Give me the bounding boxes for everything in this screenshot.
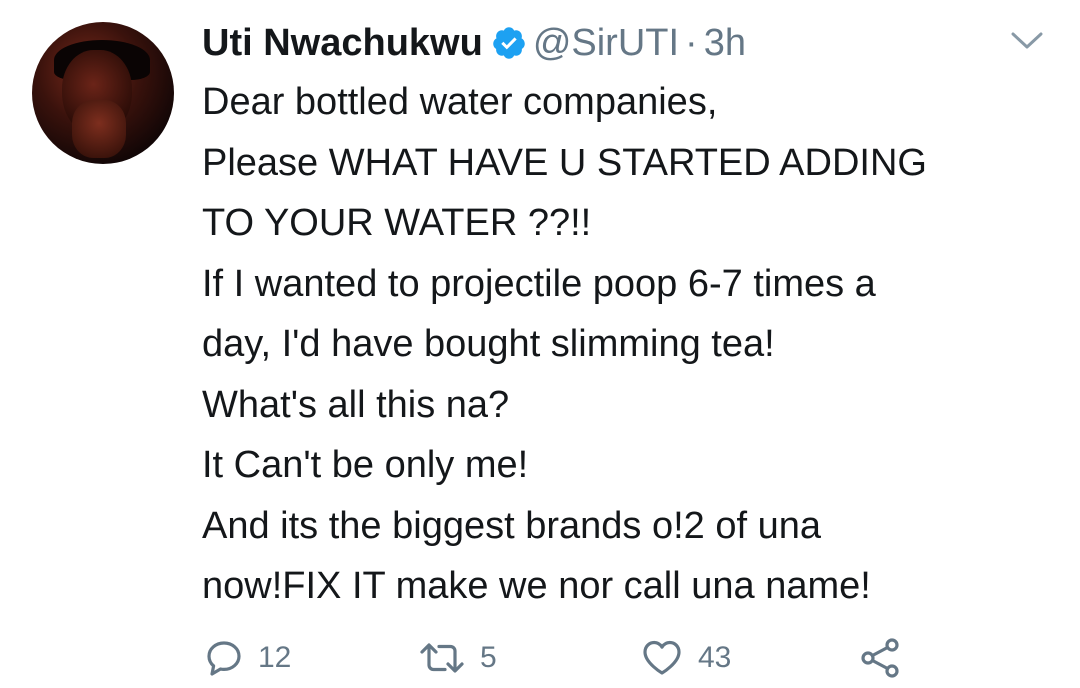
like-count: 43 [698, 641, 732, 674]
tweet-header: Uti Nwachukwu @SirUTI · 3h [202, 18, 746, 68]
retweet-icon [418, 638, 466, 678]
separator: · [685, 21, 698, 64]
retweet-button[interactable]: 5 [418, 628, 497, 688]
share-icon [858, 636, 902, 680]
reply-count: 12 [258, 641, 292, 674]
retweet-count: 5 [480, 641, 497, 674]
tweet-line: And its the biggest brands o!2 of una [202, 504, 821, 547]
like-icon [640, 638, 684, 678]
tweet-line: Please WHAT HAVE U STARTED ADDING [202, 141, 927, 184]
reply-icon [204, 638, 244, 678]
chevron-down-icon[interactable] [1010, 30, 1044, 52]
tweet-line: What's all this na? [202, 383, 510, 426]
tweet-text: Dear bottled water companies, Please WHA… [202, 72, 1052, 617]
verified-badge-icon [491, 25, 527, 61]
author-handle[interactable]: @SirUTI [533, 22, 679, 65]
action-bar: 12 5 43 [0, 628, 1080, 688]
avatar[interactable] [32, 22, 174, 164]
tweet-line: day, I'd have bought slimming tea! [202, 323, 775, 365]
share-button[interactable] [858, 628, 902, 688]
like-button[interactable]: 43 [640, 628, 731, 688]
reply-button[interactable]: 12 [204, 628, 291, 688]
tweet-line: TO YOUR WATER ??!! [202, 202, 592, 244]
author-name[interactable]: Uti Nwachukwu [202, 22, 483, 65]
avatar-hand [72, 100, 126, 158]
tweet-line: It Can't be only me! [202, 444, 529, 486]
tweet-line: If I wanted to projectile poop 6-7 times… [202, 262, 876, 305]
tweet-line: now!FIX IT make we nor call una name! [202, 565, 871, 607]
timestamp[interactable]: 3h [704, 22, 746, 65]
tweet-line: Dear bottled water companies, [202, 81, 718, 123]
